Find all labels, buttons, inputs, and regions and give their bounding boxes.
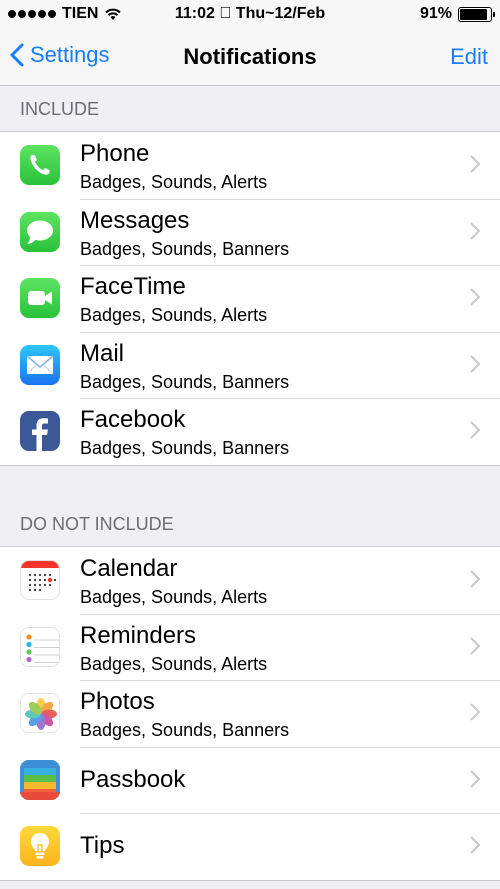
chevron-right-icon (470, 421, 480, 440)
chevron-right-icon (470, 221, 480, 240)
row-title: Calendar (80, 555, 178, 582)
mail-icon (20, 344, 60, 385)
list-item-phone[interactable]: Phone Badges, Sounds, Alerts (0, 132, 500, 199)
edit-button[interactable]: Edit (450, 44, 488, 70)
photos-icon (20, 693, 60, 734)
row-title: Tips (80, 832, 125, 860)
reminders-icon (20, 626, 60, 667)
status-bar: TIEN 11:02  Thu~12/Feb 91% (0, 0, 500, 30)
row-title: Facebook (80, 406, 186, 434)
page-title: Notifications (183, 44, 317, 69)
row-title: Photos (80, 688, 155, 716)
status-right: 91% (419, 5, 495, 23)
row-subtitle: Badges, Sounds, Banners (80, 238, 290, 259)
do-not-include-list: Calendar Badges, Sounds, Alerts Reminder… (0, 546, 500, 881)
list-item-mail[interactable]: Mail Badges, Sounds, Banners (0, 331, 500, 399)
battery-fill (460, 8, 488, 20)
row-subtitle: Badges, Sounds, Alerts (80, 587, 268, 607)
tips-icon (20, 826, 60, 867)
row-title: Passbook (80, 765, 186, 793)
include-list: Phone Badges, Sounds, Alerts Messages Ba… (0, 131, 500, 466)
section-header-include: INCLUDE (20, 99, 100, 119)
row-subtitle: Badges, Sounds, Banners (80, 371, 290, 392)
navigation-bar: Settings Notifications Edit (0, 30, 500, 86)
passbook-icon (20, 759, 60, 800)
phone-icon (20, 145, 60, 185)
chevron-right-icon (470, 570, 480, 588)
section-header-do-not-include: DO NOT INCLUDE (20, 514, 174, 534)
chevron-right-icon (470, 836, 480, 855)
battery-icon (458, 6, 495, 22)
row-title: Phone (80, 140, 150, 167)
chevron-right-icon (470, 288, 480, 306)
row-title: FaceTime (80, 273, 186, 301)
messages-icon (20, 211, 60, 252)
list-item-messages[interactable]: Messages Badges, Sounds, Banners (0, 198, 500, 266)
battery-percent: 91% (419, 5, 452, 22)
list-item-tips[interactable]: Tips (0, 813, 500, 880)
row-subtitle: Badges, Sounds, Alerts (80, 653, 268, 674)
chevron-right-icon (470, 770, 480, 788)
facetime-icon (20, 278, 60, 319)
row-title: Messages (80, 206, 190, 234)
row-subtitle: Badges, Sounds, Alerts (80, 305, 268, 326)
calendar-icon (20, 560, 60, 600)
chevron-right-icon (470, 703, 480, 721)
chevron-right-icon (470, 355, 480, 373)
row-subtitle: Badges, Sounds, Banners (80, 720, 290, 741)
row-title: Reminders (80, 621, 197, 649)
row-subtitle: Badges, Sounds, Banners (80, 438, 290, 459)
list-item-reminders[interactable]: Reminders Badges, Sounds, Alerts (0, 613, 500, 681)
chevron-right-icon (470, 155, 480, 173)
facebook-icon (20, 411, 60, 452)
row-title: Mail (80, 339, 125, 367)
row-subtitle: Badges, Sounds, Alerts (80, 172, 268, 192)
list-item-facetime[interactable]: FaceTime Badges, Sounds, Alerts (0, 265, 500, 332)
chevron-right-icon (470, 636, 480, 655)
list-item-calendar[interactable]: Calendar Badges, Sounds, Alerts (0, 547, 500, 614)
list-item-passbook[interactable]: Passbook (0, 746, 500, 814)
list-item-facebook[interactable]: Facebook Badges, Sounds, Banners (0, 398, 500, 465)
list-item-photos[interactable]: Photos Badges, Sounds, Banners (0, 680, 500, 747)
